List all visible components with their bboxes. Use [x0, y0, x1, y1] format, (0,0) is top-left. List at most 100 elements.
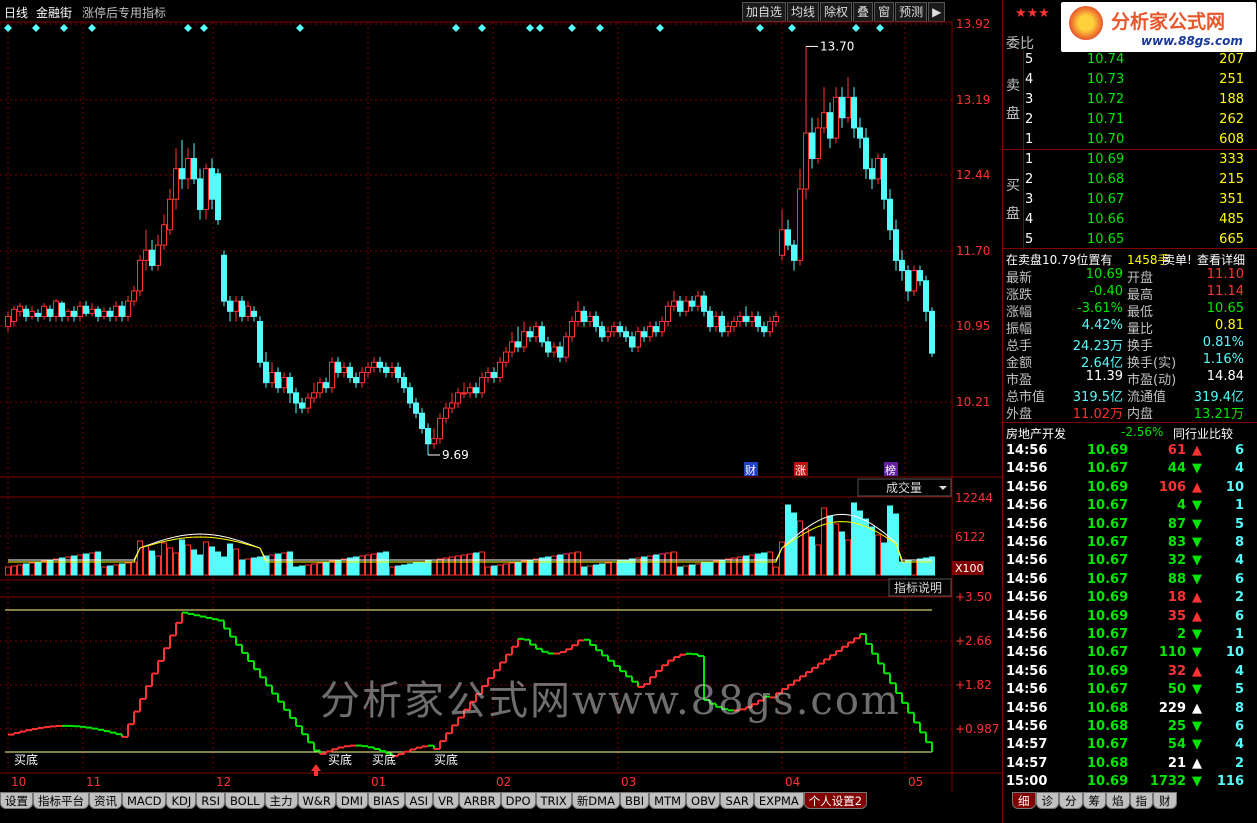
tab-11[interactable]: ASI	[404, 792, 434, 809]
down-arrow-icon: ▼	[1192, 774, 1202, 790]
tick-row: 14:56 10.67 4 ▼ 1	[1003, 496, 1257, 516]
volume-bar	[197, 554, 203, 576]
volume-bar	[851, 502, 857, 576]
bid-row: 1 10.69 333	[1003, 150, 1257, 170]
tab-8[interactable]: W&R	[297, 792, 336, 809]
tick-count: 4	[1234, 663, 1244, 679]
candle-body	[41, 305, 47, 317]
volume-bar	[71, 555, 77, 576]
tick-volume: 61	[1167, 443, 1186, 458]
industry-compare-button[interactable]: 同行业比较	[1173, 425, 1233, 442]
date-axis-label: 04	[785, 775, 800, 789]
down-arrow-icon: ▲	[1192, 700, 1202, 716]
tick-volume: 32	[1167, 553, 1186, 569]
candle-body	[443, 407, 449, 419]
panel-tab-5[interactable]: 指	[1129, 792, 1153, 809]
tab-12[interactable]: VR	[433, 792, 459, 809]
candle-body	[335, 361, 341, 373]
quote-value: 1.16%	[1202, 352, 1244, 367]
bid-price: 10.66	[1087, 212, 1125, 227]
candle-body	[695, 295, 701, 307]
volume-bar	[479, 551, 485, 576]
tick-volume: 83	[1167, 535, 1186, 550]
candle-body	[713, 315, 719, 328]
signal-diamond	[452, 24, 460, 32]
panel-tab-4[interactable]: 焰	[1106, 792, 1130, 809]
tick-price: 10.67	[1087, 535, 1129, 550]
panel-tab-6[interactable]: 财	[1153, 792, 1177, 809]
ask-volume: 188	[1219, 92, 1244, 107]
bid-volume: 333	[1219, 152, 1244, 167]
tab-15[interactable]: TRIX	[535, 792, 572, 809]
tab-0[interactable]: 设置	[0, 792, 33, 809]
candle-body	[71, 310, 77, 317]
tab-20[interactable]: SAR	[720, 792, 754, 809]
indicator-axis-label: +3.50	[955, 590, 992, 604]
volume-bar	[581, 566, 587, 576]
candle-body	[245, 305, 251, 317]
volume-bar	[539, 557, 545, 576]
candle-body	[155, 244, 161, 266]
panel-tab-0[interactable]: 细	[1012, 792, 1036, 809]
volume-bar	[515, 561, 521, 576]
candle-body	[785, 229, 791, 246]
tick-row: 14:57 10.67 54 ▼ 4	[1003, 735, 1257, 755]
volume-bar	[521, 560, 527, 576]
tab-19[interactable]: OBV	[686, 792, 721, 809]
candle-body	[395, 366, 401, 379]
tick-price: 10.68	[1087, 755, 1129, 771]
tab-3[interactable]: MACD	[122, 792, 167, 809]
candle-body	[377, 361, 383, 368]
tick-price: 10.68	[1087, 700, 1129, 716]
price-axis-label: 12.44	[956, 168, 990, 182]
indicator-axis-label: +1.82	[955, 678, 992, 692]
tab-14[interactable]: DPO	[500, 792, 536, 809]
tab-10[interactable]: BIAS	[368, 792, 405, 809]
volume-bar	[11, 565, 17, 576]
indicator-axis-label: +2.66	[955, 634, 992, 648]
candle-body	[425, 427, 431, 445]
tab-6[interactable]: BOLL	[224, 792, 265, 809]
candle-body	[899, 259, 905, 272]
tab-17[interactable]: BBI	[619, 792, 650, 809]
tick-row: 14:56 10.68 229 ▲ 8	[1003, 699, 1257, 719]
tab-13[interactable]: ARBR	[458, 792, 501, 809]
bid-volume: 665	[1219, 232, 1244, 247]
ask-level: 5	[1025, 52, 1034, 67]
tab-16[interactable]: 新DMA	[571, 792, 620, 809]
tick-volume: 229	[1158, 700, 1186, 716]
volume-bar	[305, 564, 311, 576]
candle-body	[173, 168, 179, 200]
quote-label: 外盘	[1006, 407, 1033, 422]
tick-price: 10.69	[1087, 443, 1129, 458]
tab-5[interactable]: RSI	[196, 792, 225, 809]
tab-22[interactable]: 个人设置2	[803, 792, 868, 809]
logo[interactable]: 分析家公式网 www.88gs.com	[1061, 2, 1256, 52]
panel-tab-1[interactable]: 诊	[1035, 792, 1059, 809]
panel-tab-2[interactable]: 分	[1059, 792, 1083, 809]
tab-1[interactable]: 指标平台	[33, 792, 89, 809]
candle-body	[509, 341, 515, 353]
tab-4[interactable]: KDJ	[166, 792, 197, 809]
tick-volume: 1732	[1149, 774, 1186, 790]
down-arrow-icon: ▼	[1192, 461, 1202, 477]
candle-body	[881, 157, 887, 200]
tab-7[interactable]: 主力	[264, 792, 298, 809]
panel-tab-3[interactable]: 筹	[1082, 792, 1106, 809]
bid-price: 10.68	[1087, 172, 1125, 187]
volume-axis-label: 6122	[955, 530, 986, 544]
ask-price: 10.73	[1087, 72, 1125, 87]
tab-2[interactable]: 资讯	[89, 792, 122, 809]
date-axis-label: 03	[621, 775, 636, 789]
tab-21[interactable]: EXPMA	[753, 792, 804, 809]
tab-18[interactable]: MTM	[649, 792, 687, 809]
volume-bar	[347, 557, 353, 576]
volume-bar	[329, 560, 335, 576]
volume-bar	[815, 544, 821, 576]
signal-diamond	[876, 24, 884, 32]
volume-bar	[377, 552, 383, 576]
candle-body	[17, 305, 23, 312]
candle-body	[761, 326, 767, 333]
volume-bar	[137, 540, 143, 576]
tab-9[interactable]: DMI	[335, 792, 369, 809]
